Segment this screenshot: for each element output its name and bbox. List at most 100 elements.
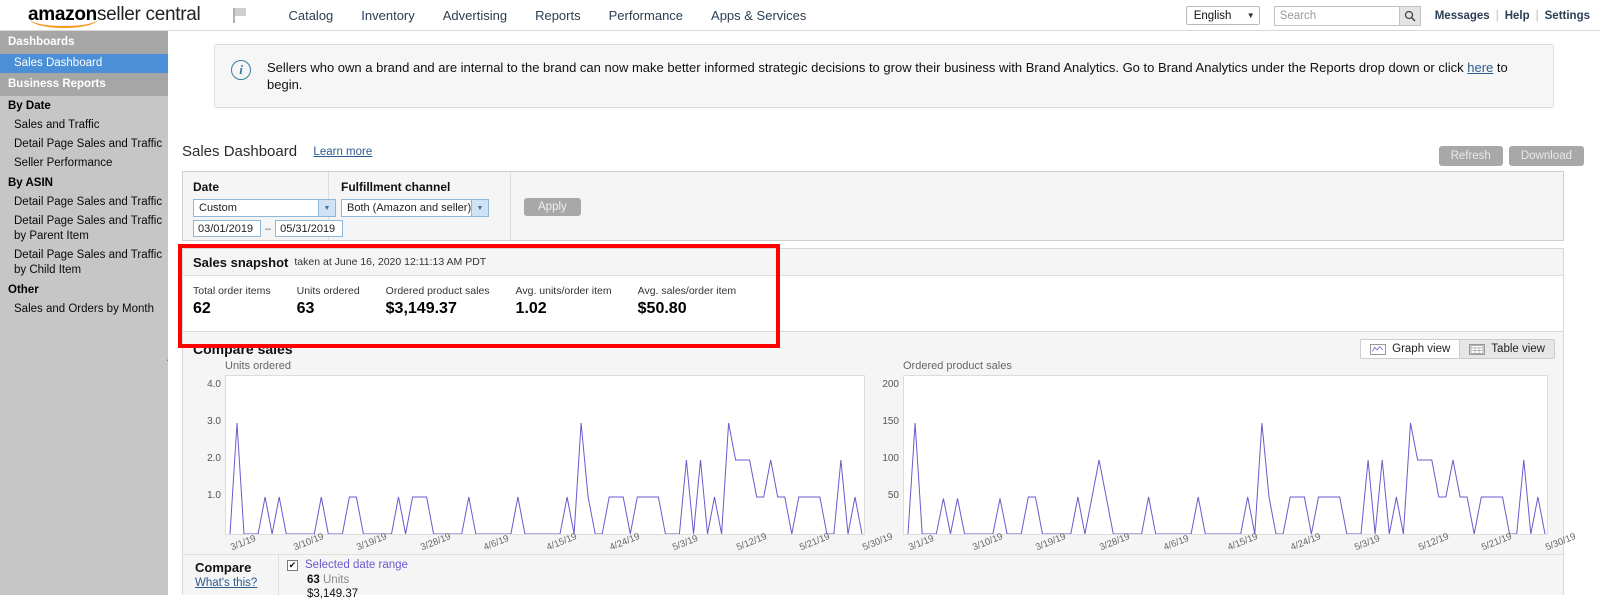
sales-snapshot-timestamp: taken at June 16, 2020 12:11:13 AM PDT xyxy=(294,256,487,268)
apply-button[interactable]: Apply xyxy=(524,198,581,216)
chart-caption: Ordered product sales xyxy=(903,360,1012,372)
search-button[interactable] xyxy=(1398,5,1421,26)
learn-more-link[interactable]: Learn more xyxy=(313,146,372,158)
notice-here-link[interactable]: here xyxy=(1467,60,1493,75)
date-filter-group: Date Custom ▼ – xyxy=(193,180,344,237)
x-axis-tick: 4/6/19 xyxy=(1161,533,1191,554)
download-button[interactable]: Download xyxy=(1508,146,1584,166)
info-icon: i xyxy=(231,60,251,80)
x-axis-tick: 3/1/19 xyxy=(907,533,936,554)
selected-date-range-checkbox[interactable]: ✔ xyxy=(287,559,298,571)
view-toggle-group: Graph view Table view xyxy=(1360,339,1555,359)
metric-avg-sales-per-order-item: Avg. sales/order item $50.80 xyxy=(638,284,736,318)
sidebar-item-asin-detail-child-item[interactable]: Detail Page Sales and Traffic by Child I… xyxy=(0,246,168,280)
nav-item-inventory[interactable]: Inventory xyxy=(347,8,428,23)
date-to-input[interactable] xyxy=(275,220,344,237)
graph-view-label: Graph view xyxy=(1392,343,1451,355)
divider xyxy=(510,172,511,240)
fulfillment-channel-group: Fulfillment channel Both (Amazon and sel… xyxy=(341,180,489,217)
sidebar-section-other: Other xyxy=(8,284,39,296)
sidebar-item-asin-detail-page-sales-and-traffic[interactable]: Detail Page Sales and Traffic xyxy=(0,193,168,212)
date-range-separator: – xyxy=(265,222,272,235)
metric-value: $50.80 xyxy=(637,300,687,317)
nav-item-apps-and-services[interactable]: Apps & Services xyxy=(697,8,820,23)
compare-footer-label: Compare xyxy=(195,560,252,575)
date-from-input[interactable] xyxy=(193,220,261,237)
flag-icon[interactable] xyxy=(232,7,248,23)
metric-total-order-items: Total order items 62 xyxy=(193,284,271,318)
compare-footer: Compare What's this? ✔ Selected date ran… xyxy=(183,554,1565,600)
search-input[interactable] xyxy=(1273,5,1399,26)
main-content: i Sellers who own a brand and are intern… xyxy=(168,31,1600,600)
help-link[interactable]: Help xyxy=(1505,10,1530,22)
sidebar-item-sales-and-orders-by-month[interactable]: Sales and Orders by Month xyxy=(0,300,168,319)
refresh-button[interactable]: Refresh xyxy=(1438,146,1503,166)
filter-panel: Date Custom ▼ – Fulfillment channel Both… xyxy=(182,171,1564,241)
metric-value: 63 xyxy=(296,300,315,317)
metric-label: Ordered product sales xyxy=(385,285,490,297)
charts-container: Units ordered 4.0 3.0 2.0 1.0 3/1/19 3/10/19… xyxy=(183,360,1577,555)
sidebar-item-sales-dashboard[interactable]: Sales Dashboard xyxy=(0,54,168,73)
date-preset-value: Custom xyxy=(199,202,237,214)
y-axis-tick: 4.0 xyxy=(207,379,221,390)
x-axis-tick: 5/30/19 xyxy=(1544,531,1578,554)
search-icon xyxy=(1404,10,1416,22)
x-axis-tick: 5/3/19 xyxy=(1352,533,1382,554)
amazon-seller-central-logo[interactable]: amazonseller central xyxy=(28,4,201,28)
ordered-product-sales-plot xyxy=(903,375,1548,535)
sidebar-item-sales-and-traffic[interactable]: Sales and Traffic xyxy=(0,116,168,135)
logo-seller-central-text: seller central xyxy=(96,4,201,25)
graph-view-button[interactable]: Graph view xyxy=(1361,340,1460,358)
date-range-inputs: – xyxy=(193,220,344,237)
metric-label: Avg. units/order item xyxy=(515,285,612,297)
y-axis-tick: 100 xyxy=(882,453,899,464)
units-ordered-chart: Units ordered 4.0 3.0 2.0 1.0 3/1/19 3/10/19… xyxy=(195,360,895,555)
sidebar-header-dashboards: Dashboards xyxy=(0,31,168,54)
sales-snapshot-title: Sales snapshot xyxy=(193,254,289,270)
settings-link[interactable]: Settings xyxy=(1545,10,1590,22)
metric-value: 62 xyxy=(193,300,211,317)
dashboard-actions: Refresh Download xyxy=(1438,146,1584,166)
fulfillment-channel-select[interactable]: Both (Amazon and seller) ▼ xyxy=(341,199,489,217)
sidebar-header-business-reports: Business Reports xyxy=(0,73,168,96)
notice-body: Sellers who own a brand and are internal… xyxy=(267,60,1468,75)
compare-sales-panel: Compare sales Graph view Table view Unit… xyxy=(182,331,1578,600)
legend-sales-value: $3,149.37 xyxy=(307,588,359,600)
fulfillment-channel-label: Fulfillment channel xyxy=(341,180,451,194)
dashboard-title-row: Sales Dashboard Learn more Refresh Downl… xyxy=(182,143,1592,171)
ordered-product-sales-chart: Ordered product sales 200 150 100 50 3/1/19… xyxy=(873,360,1577,555)
metric-units-ordered: Units ordered 63 xyxy=(297,284,360,318)
nav-item-advertising[interactable]: Advertising xyxy=(429,8,521,23)
messages-link[interactable]: Messages xyxy=(1435,10,1490,22)
nav-item-performance[interactable]: Performance xyxy=(595,8,697,23)
top-links: Messages | Help | Settings xyxy=(1435,10,1590,22)
compare-legend: ✔ Selected date range 63 Units $3,149.37 xyxy=(287,559,408,600)
chevron-down-icon: ▼ xyxy=(471,200,488,216)
sales-snapshot-metrics: Total order items 62 Units ordered 63 Or… xyxy=(183,276,1563,318)
plot-wrapper: 4.0 3.0 2.0 1.0 3/1/19 3/10/19 3/19/19 3/28/19… xyxy=(195,375,895,553)
language-selector[interactable]: English ▼ xyxy=(1185,6,1260,25)
sales-snapshot-panel: Sales snapshot taken at June 16, 2020 12… xyxy=(182,248,1564,340)
nav-item-catalog[interactable]: Catalog xyxy=(274,8,347,23)
top-navigation-bar: amazonseller central Catalog Inventory A… xyxy=(0,0,1600,31)
page-title: Sales Dashboard xyxy=(182,143,298,160)
sidebar: Dashboards Sales Dashboard Business Repo… xyxy=(0,31,168,595)
sidebar-item-detail-page-sales-and-traffic[interactable]: Detail Page Sales and Traffic xyxy=(0,135,168,154)
divider: | xyxy=(1535,9,1539,22)
metric-label: Total order items xyxy=(193,285,271,297)
table-view-label: Table view xyxy=(1491,343,1545,355)
legend-row: ✔ Selected date range xyxy=(287,559,408,571)
sidebar-item-asin-detail-parent-item[interactable]: Detail Page Sales and Traffic by Parent … xyxy=(0,212,168,246)
sales-snapshot-header: Sales snapshot taken at June 16, 2020 12… xyxy=(183,249,1563,276)
notice-text: Sellers who own a brand and are internal… xyxy=(267,59,1532,93)
sidebar-item-seller-performance[interactable]: Seller Performance xyxy=(0,154,168,173)
nav-item-reports[interactable]: Reports xyxy=(521,8,595,23)
table-view-button[interactable]: Table view xyxy=(1459,340,1554,358)
date-preset-select[interactable]: Custom ▼ xyxy=(193,199,336,217)
search-box xyxy=(1273,5,1421,26)
whats-this-link[interactable]: What's this? xyxy=(195,577,257,589)
divider xyxy=(278,555,279,596)
compare-sales-title: Compare sales xyxy=(193,341,293,357)
divider: | xyxy=(1495,9,1499,22)
y-axis-tick: 200 xyxy=(882,379,899,390)
